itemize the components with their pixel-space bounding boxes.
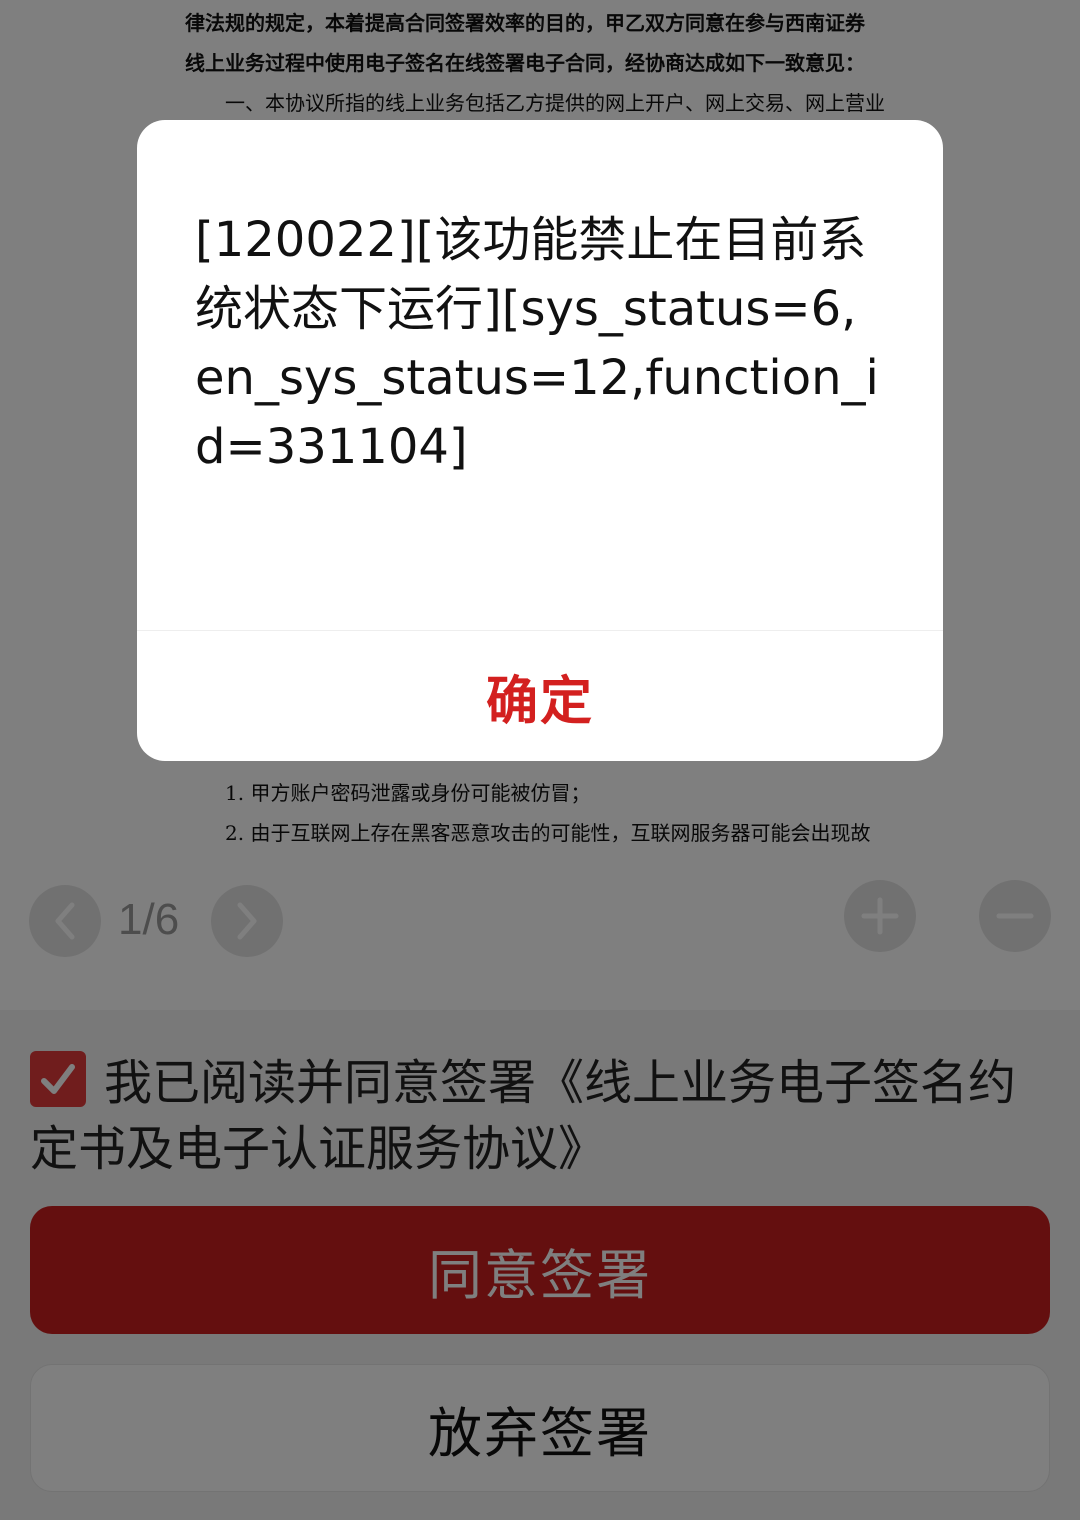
dialog-message: [120022][该功能禁止在目前系统状态下运行][sys_status=6,e…	[195, 212, 879, 475]
alert-dialog: [120022][该功能禁止在目前系统状态下运行][sys_status=6,e…	[137, 120, 943, 761]
confirm-button[interactable]: 确定	[137, 631, 943, 761]
